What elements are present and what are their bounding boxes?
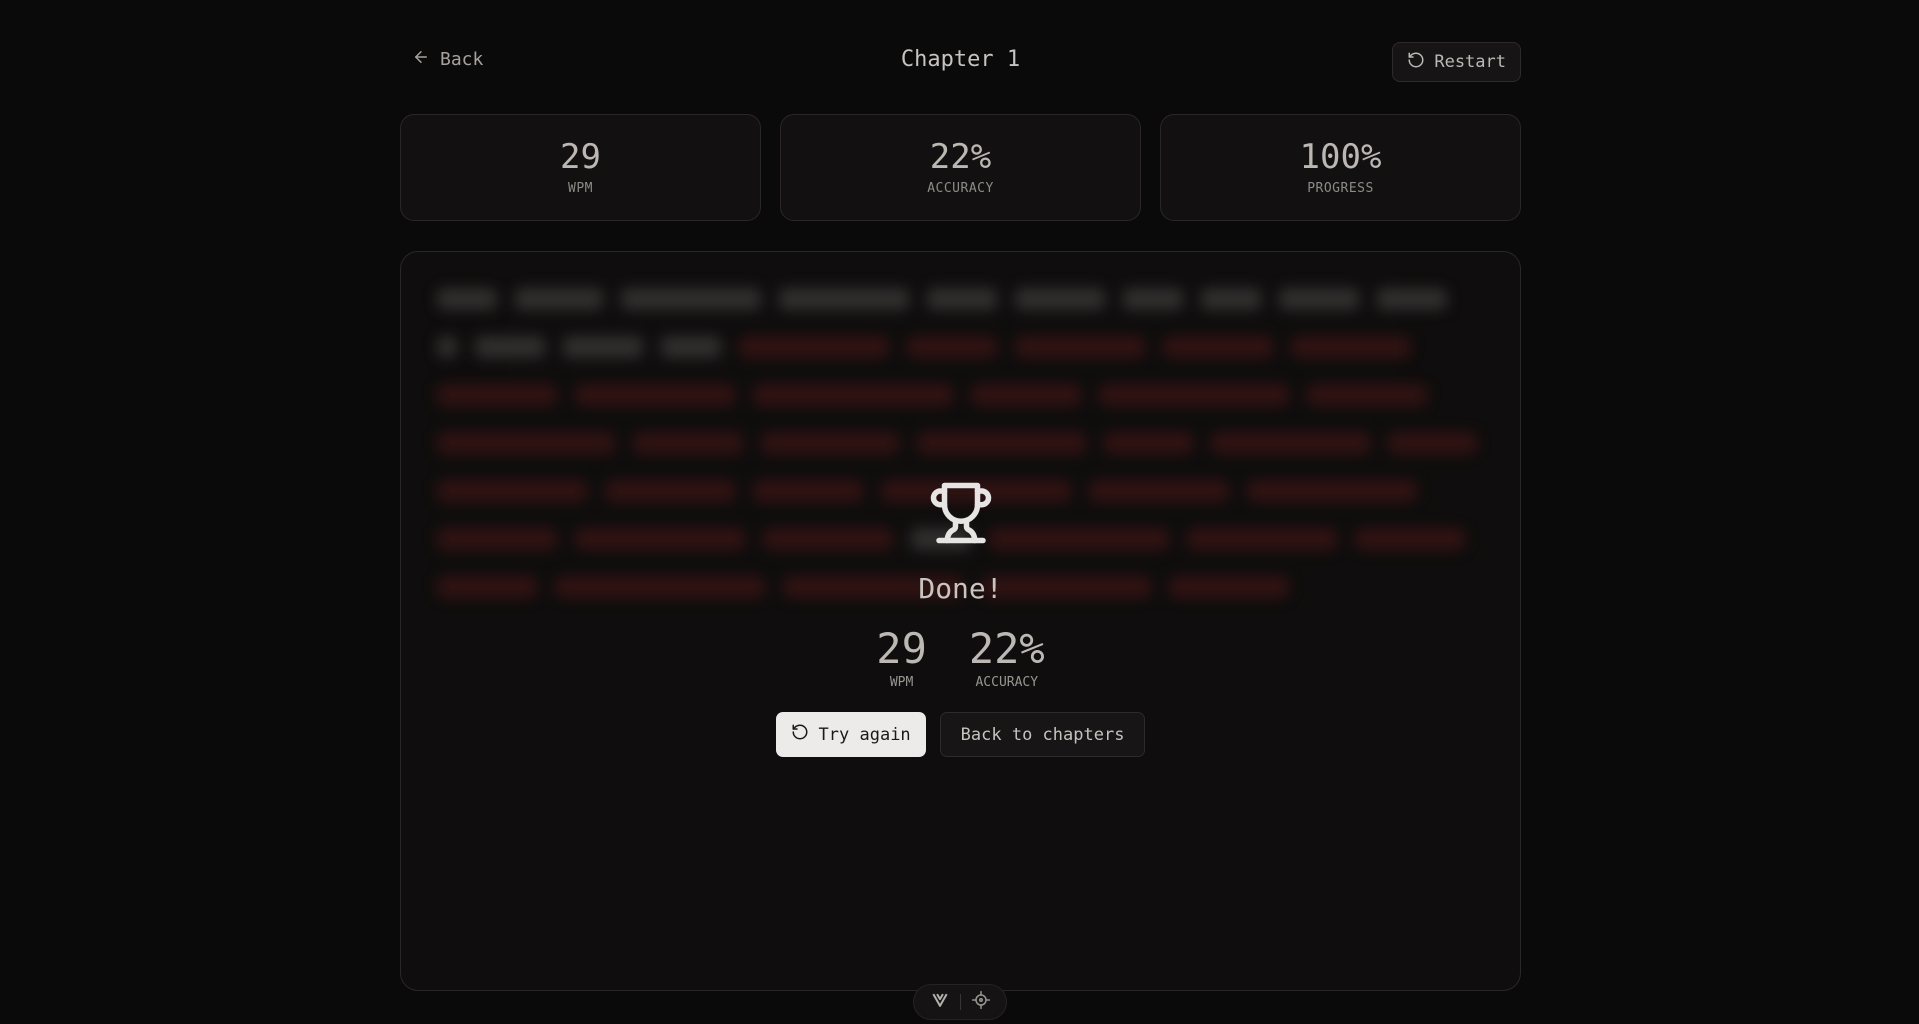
stat-value: 100% (1299, 137, 1382, 178)
stat-label: PROGRESS (1307, 180, 1374, 196)
stat-value: 22% (929, 137, 992, 178)
toolbar-divider (959, 994, 961, 1010)
completion-title: Done! (918, 572, 1003, 605)
try-again-label: Try again (818, 724, 911, 745)
back-to-chapters-button[interactable]: Back to chapters (939, 712, 1146, 758)
trophy-icon (928, 480, 994, 550)
v-logo-icon[interactable] (930, 990, 950, 1014)
stat-label: ACCURACY (927, 180, 994, 196)
completion-stats: 29 WPM 22% ACCURACY (876, 624, 1045, 691)
stat-value: 29 (560, 137, 601, 178)
result-wpm: 29 WPM (876, 624, 927, 691)
stat-card-accuracy: 22% ACCURACY (780, 114, 1141, 221)
header: Back Chapter 1 Restart (400, 40, 1521, 84)
completion-actions: Try again Back to chapters (775, 712, 1146, 758)
typing-results-page: Back Chapter 1 Restart 29 WPM 22% ACCURA… (0, 0, 1919, 1024)
result-accuracy: 22% ACCURACY (968, 624, 1045, 691)
crosshair-icon[interactable] (971, 990, 991, 1014)
typing-panel: Done! 29 WPM 22% ACCURACY Try again Back… (400, 251, 1521, 991)
bottom-toolbar (913, 984, 1007, 1020)
result-accuracy-label: ACCURACY (975, 675, 1039, 691)
stat-card-progress: 100% PROGRESS (1160, 114, 1521, 221)
stat-label: WPM (568, 180, 593, 196)
page-title: Chapter 1 (900, 47, 1021, 72)
stat-card-wpm: 29 WPM (400, 114, 761, 221)
result-accuracy-value: 22% (968, 624, 1045, 673)
rotate-ccw-icon (1407, 51, 1425, 74)
result-wpm-label: WPM (889, 675, 914, 691)
completion-overlay: Done! 29 WPM 22% ACCURACY Try again Back… (401, 480, 1520, 758)
try-again-button[interactable]: Try again (775, 712, 926, 758)
result-wpm-value: 29 (876, 624, 927, 673)
restart-button[interactable]: Restart (1392, 42, 1521, 82)
rotate-ccw-icon (791, 723, 809, 746)
restart-label: Restart (1434, 52, 1506, 72)
stats-row: 29 WPM 22% ACCURACY 100% PROGRESS (400, 114, 1521, 221)
